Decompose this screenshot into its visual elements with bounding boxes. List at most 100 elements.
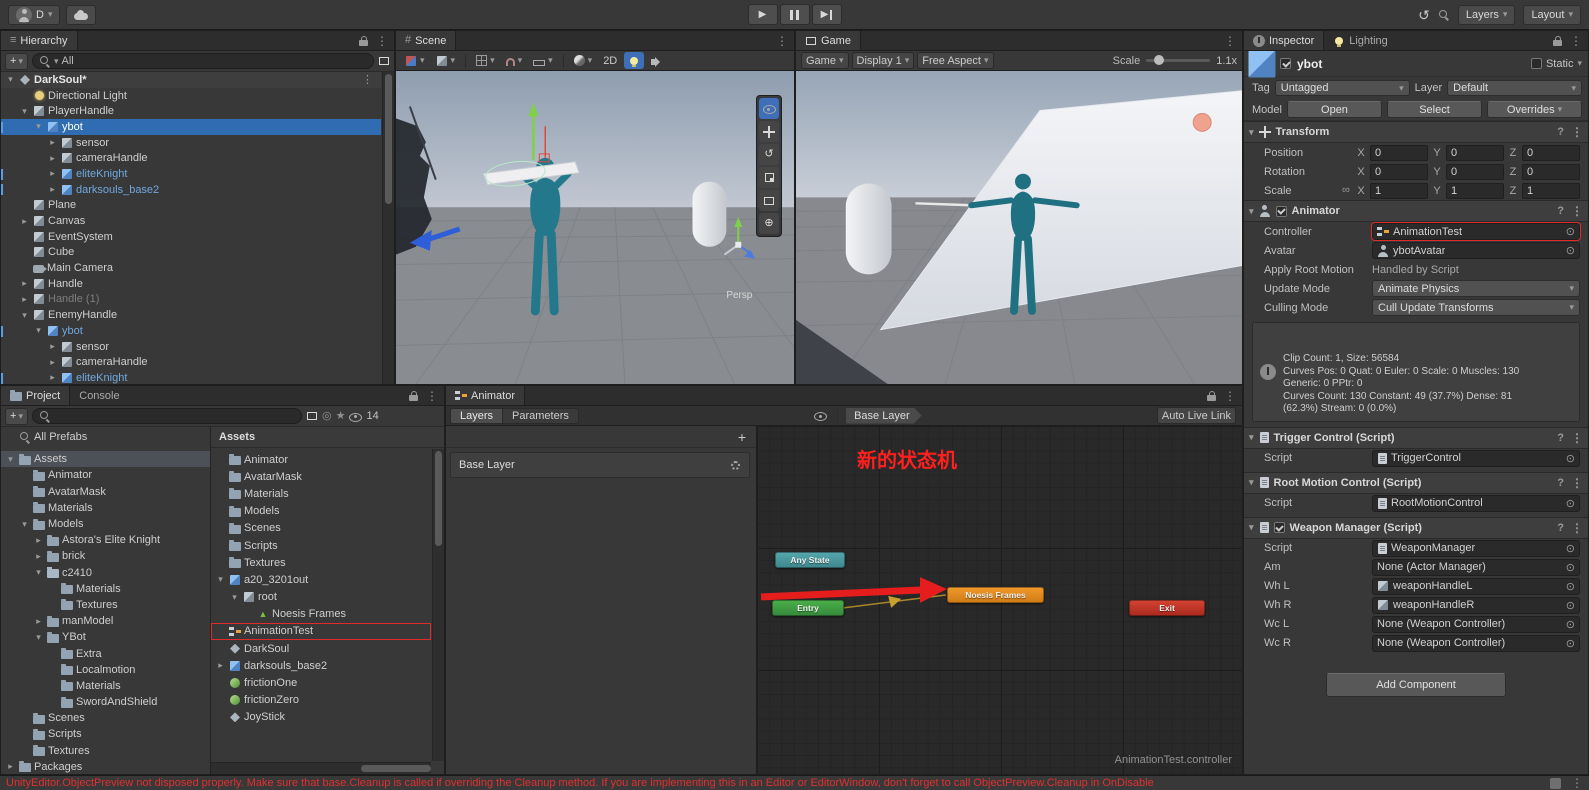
chevron-right-icon[interactable]: ▸	[33, 616, 44, 627]
tab-scene[interactable]: # Scene	[396, 31, 457, 50]
chevron-down-icon[interactable]: ▾	[5, 74, 16, 85]
project-item-scenes[interactable]: Scenes	[1, 710, 210, 726]
status-error-message[interactable]: UnityEditor.ObjectPreview not disposed p…	[6, 777, 1540, 789]
project-item-swordandshield[interactable]: SwordAndShield	[1, 694, 210, 710]
scrollbar-thumb[interactable]	[385, 74, 392, 204]
snap-increment-dropdown[interactable]: ▾	[529, 52, 557, 69]
culling-mode-dropdown[interactable]: Cull Update Transforms ▾	[1372, 299, 1580, 316]
chevron-right-icon[interactable]: ▸	[19, 278, 30, 289]
assets-hscrollbar[interactable]	[211, 762, 431, 774]
foldout-icon[interactable]: ▾	[1249, 432, 1254, 443]
draw-mode-dropdown[interactable]: ▾	[570, 52, 597, 69]
pause-button[interactable]	[779, 4, 810, 25]
game-mode-dropdown[interactable]: Game ▾	[801, 52, 849, 69]
wc-r-field[interactable]: None (Weapon Controller) ⊙	[1372, 634, 1580, 652]
snap-dropdown[interactable]: ▾	[502, 52, 527, 69]
lock-icon[interactable]	[409, 391, 418, 401]
hierarchy-item-plane[interactable]: Plane	[1, 198, 381, 214]
animator-component-header[interactable]: ▾ Animator ? ⋮	[1244, 200, 1588, 222]
project-item-scripts[interactable]: Scripts	[1, 726, 210, 742]
hierarchy-tree[interactable]: ▾ DarkSoul* ⋮ Directional Light ▾ PlayerHandl…	[1, 72, 381, 384]
project-item-localmotion[interactable]: Localmotion	[1, 662, 210, 678]
account-button[interactable]: D ▾	[8, 4, 61, 25]
object-picker-icon[interactable]: ⊙	[1566, 561, 1575, 574]
position-z-field[interactable]: 0	[1522, 144, 1580, 161]
asset-item-models[interactable]: Models	[211, 503, 431, 520]
object-picker-icon[interactable]: ⊙	[1566, 542, 1575, 555]
add-layer-button[interactable]: +	[738, 429, 746, 445]
menu-dots-icon[interactable]: ⋮	[1224, 389, 1236, 403]
scene-lighting-toggle[interactable]	[624, 52, 645, 69]
hidden-count-eye-icon[interactable]	[349, 412, 363, 422]
object-picker-icon[interactable]: ⊙	[1566, 497, 1575, 510]
state-node-any-state[interactable]: Any State	[775, 552, 845, 568]
hierarchy-item-ybot[interactable]: ▾ ybot	[1, 323, 381, 339]
view-tool-button[interactable]	[759, 98, 779, 119]
audio-toggle[interactable]	[647, 52, 661, 69]
rect-tool-button[interactable]	[759, 190, 779, 211]
project-folder-tree[interactable]: All Prefabs ▾ Assets Animator AvatarMask Mate…	[1, 427, 211, 774]
component-header-weapon-manager-script[interactable]: ▾ Weapon Manager (Script)? ⋮	[1244, 516, 1588, 539]
chevron-right-icon[interactable]: ▸	[47, 168, 58, 179]
lock-icon[interactable]	[1553, 36, 1562, 46]
controller-field[interactable]: AnimationTest ⊙	[1371, 222, 1581, 241]
asset-item-root[interactable]: ▾ root	[211, 589, 431, 606]
tab-inspector[interactable]: Inspector	[1244, 31, 1325, 50]
project-item-models[interactable]: ▾ Models	[1, 516, 210, 532]
help-icon[interactable]: ?	[1557, 126, 1564, 138]
hierarchy-item-main-camera[interactable]: Main Camera	[1, 260, 381, 276]
chevron-right-icon[interactable]: ▸	[215, 660, 226, 671]
menu-dots-icon[interactable]: ⋮	[1224, 34, 1236, 48]
project-item-assets[interactable]: ▾ Assets	[1, 451, 210, 468]
tab-parameters[interactable]: Parameters	[503, 407, 579, 424]
script-field[interactable]: RootMotionControl ⊙	[1372, 494, 1580, 512]
foldout-icon[interactable]: ▾	[1249, 127, 1254, 138]
chevron-down-icon[interactable]: ▾	[5, 454, 16, 465]
gear-icon[interactable]	[730, 460, 740, 470]
layers-dropdown[interactable]: Layers ▾	[1457, 4, 1516, 25]
help-icon[interactable]: ?	[1557, 522, 1564, 534]
chevron-down-icon[interactable]: ▾	[215, 574, 226, 585]
project-item-c2410[interactable]: ▾ c2410	[1, 565, 210, 581]
project-item-materials[interactable]: Materials	[1, 500, 210, 516]
hierarchy-scrollbar[interactable]	[382, 72, 394, 384]
breadcrumb[interactable]: Base Layer	[846, 408, 922, 424]
chevron-right-icon[interactable]: ▸	[47, 372, 58, 383]
step-button[interactable]: ▶	[811, 4, 842, 25]
foldout-icon[interactable]: ▾	[1249, 522, 1254, 533]
object-picker-icon[interactable]: ⊙	[1566, 244, 1575, 257]
tab-animator[interactable]: Animator	[446, 386, 526, 405]
hierarchy-item-eliteknight[interactable]: ▸ eliteKnight	[1, 166, 381, 182]
position-x-field[interactable]: 0	[1370, 144, 1428, 161]
state-node-entry[interactable]: Entry	[772, 600, 844, 616]
chevron-right-icon[interactable]: ▸	[33, 535, 44, 546]
link-icon[interactable]: ∞	[1342, 185, 1352, 196]
project-item-packages[interactable]: ▸ Packages	[1, 759, 210, 774]
display-dropdown[interactable]: Display 1 ▾	[851, 52, 915, 69]
project-item-brick[interactable]: ▸ brick	[1, 548, 210, 564]
object-picker-icon[interactable]: ⊙	[1566, 599, 1575, 612]
am-field[interactable]: None (Actor Manager) ⊙	[1372, 558, 1580, 576]
layout-dropdown[interactable]: Layout ▾	[1523, 4, 1581, 25]
menu-dots-icon[interactable]: ⋮	[1570, 34, 1582, 48]
search-icon[interactable]	[1438, 9, 1450, 21]
enable-checkbox[interactable]	[1273, 522, 1285, 533]
chevron-right-icon[interactable]: ▸	[47, 341, 58, 352]
game-viewport[interactable]	[796, 71, 1242, 384]
position-y-field[interactable]: 0	[1446, 144, 1504, 161]
transform-tool-button[interactable]: ⊕	[759, 213, 779, 234]
object-name[interactable]: ybot	[1297, 57, 1322, 71]
wc-l-field[interactable]: None (Weapon Controller) ⊙	[1372, 615, 1580, 633]
favorites-star-icon[interactable]: ★	[336, 410, 346, 422]
tab-console[interactable]: Console	[70, 386, 128, 405]
tab-project[interactable]: Project	[1, 386, 71, 405]
hierarchy-item-eliteknight[interactable]: ▸ eliteKnight	[1, 370, 381, 384]
tab-hierarchy[interactable]: ≡ Hierarchy	[1, 31, 78, 50]
wh-r-field[interactable]: weaponHandleR ⊙	[1372, 596, 1580, 614]
scale-x-field[interactable]: 1	[1370, 182, 1428, 199]
hierarchy-item-enemyhandle[interactable]: ▾ EnemyHandle	[1, 307, 381, 323]
tab-lighting[interactable]: Lighting	[1324, 31, 1397, 50]
chevron-right-icon[interactable]: ▸	[47, 153, 58, 164]
notification-icon[interactable]	[1550, 777, 1561, 789]
script-field[interactable]: TriggerControl ⊙	[1372, 449, 1580, 467]
